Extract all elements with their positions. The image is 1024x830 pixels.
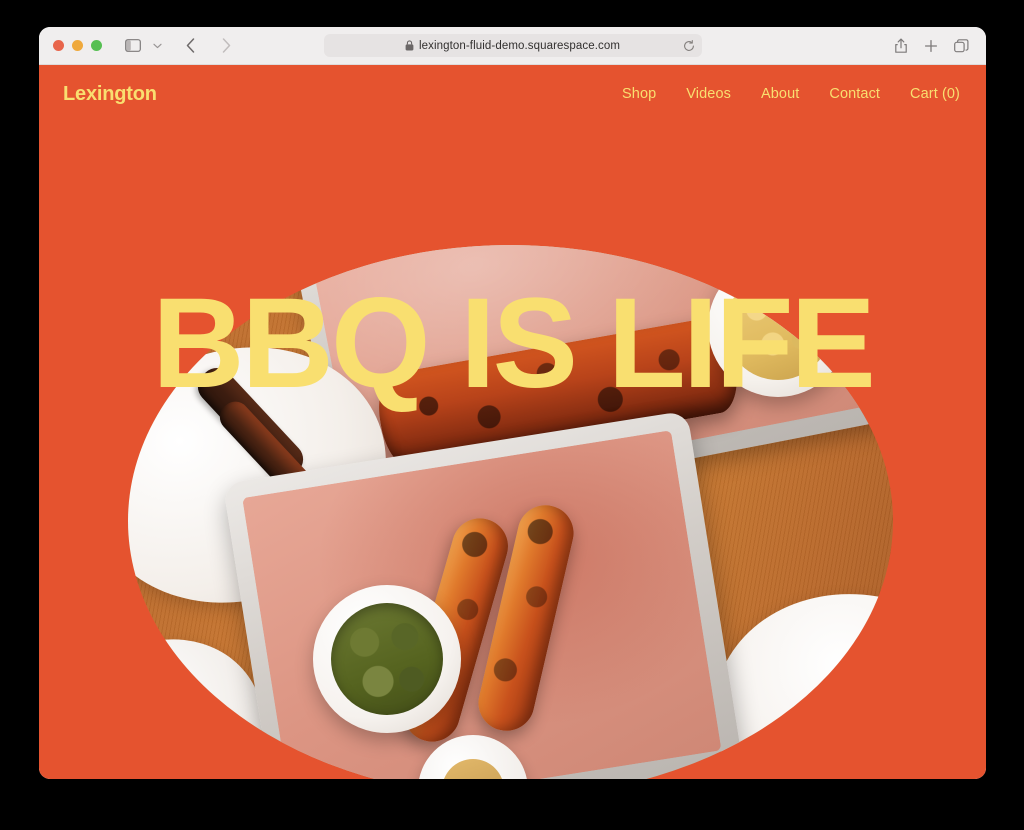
address-bar-url: lexington-fluid-demo.squarespace.com	[418, 39, 621, 52]
sidebar-toggle-icon[interactable]	[120, 34, 146, 58]
hero-image-content	[128, 245, 893, 779]
site-navigation: Shop Videos About Contact Cart (0)	[622, 86, 960, 102]
address-bar-container: lexington-fluid-demo.squarespace.com	[323, 34, 702, 57]
tab-overview-icon[interactable]	[948, 34, 974, 58]
minimize-window-button[interactable]	[72, 40, 83, 51]
site-logo[interactable]: Lexington	[63, 83, 157, 106]
lock-icon	[405, 40, 414, 51]
site-header: Lexington Shop Videos About Contact Cart…	[39, 65, 986, 123]
nav-item-shop[interactable]: Shop	[622, 86, 656, 102]
navigation-arrows	[177, 34, 239, 58]
hero-image	[128, 245, 893, 779]
close-window-button[interactable]	[53, 40, 64, 51]
share-icon[interactable]	[888, 34, 914, 58]
nav-item-contact[interactable]: Contact	[829, 86, 880, 102]
window-controls	[53, 40, 102, 51]
nav-item-about[interactable]: About	[761, 86, 799, 102]
maximize-window-button[interactable]	[91, 40, 102, 51]
new-tab-icon[interactable]	[918, 34, 944, 58]
screenshot-root: lexington-fluid-demo.squarespace.com Lex…	[0, 0, 1024, 830]
toolbar-right-actions	[888, 27, 974, 65]
forward-icon[interactable]	[213, 34, 239, 58]
mac-and-cheese-bowl	[708, 257, 848, 397]
web-page: Lexington Shop Videos About Contact Cart…	[39, 65, 986, 779]
browser-window: lexington-fluid-demo.squarespace.com Lex…	[39, 27, 986, 779]
browser-toolbar: lexington-fluid-demo.squarespace.com	[39, 27, 986, 65]
collard-greens-bowl	[313, 585, 461, 733]
back-icon[interactable]	[177, 34, 203, 58]
reload-icon[interactable]	[683, 39, 695, 52]
nav-item-cart[interactable]: Cart (0)	[910, 86, 960, 102]
sidebar-controls	[120, 34, 165, 58]
chevron-down-icon[interactable]	[149, 34, 165, 58]
address-bar[interactable]: lexington-fluid-demo.squarespace.com	[323, 34, 702, 57]
nav-item-videos[interactable]: Videos	[686, 86, 731, 102]
